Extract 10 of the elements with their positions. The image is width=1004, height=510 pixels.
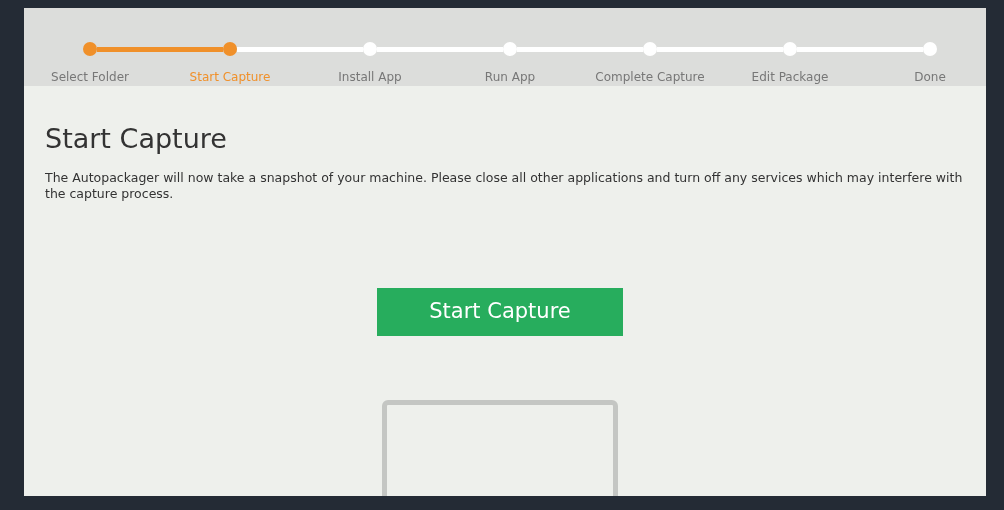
step-label[interactable]: Complete Capture	[595, 68, 705, 86]
step-label[interactable]: Start Capture	[189, 68, 271, 86]
step-label[interactable]: Select Folder	[51, 68, 129, 86]
step-label[interactable]: Edit Package	[751, 68, 829, 86]
step-label[interactable]: Run App	[484, 68, 536, 86]
start-capture-button[interactable]: Start Capture	[377, 287, 623, 336]
description-text: The Autopackager will now take a snapshot of your machine. Please close all other applications and turn off any services which may interfere with the capture process.	[45, 169, 964, 202]
step-label[interactable]: Done	[914, 68, 946, 86]
step-label[interactable]: Install App	[338, 68, 402, 86]
page-heading: Start Capture	[45, 122, 228, 156]
